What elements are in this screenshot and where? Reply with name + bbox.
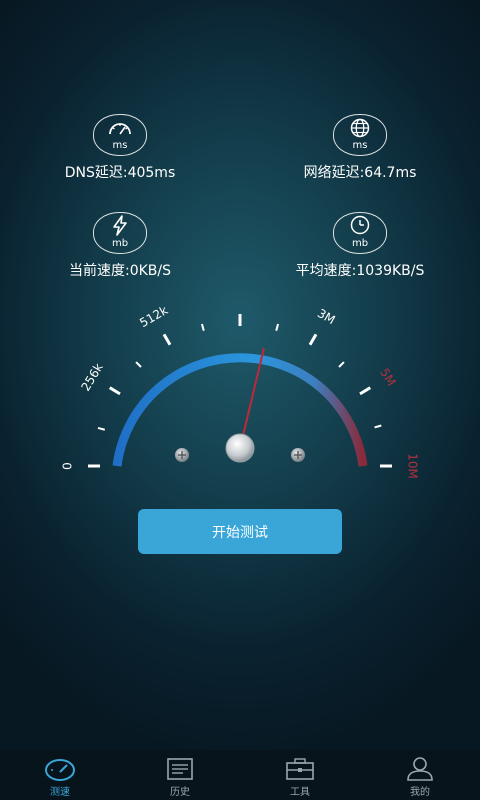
- speed-gauge: 0 256k 512k 1M 3M 5M 10M: [61, 300, 420, 479]
- gauge-major-tick: [108, 386, 121, 396]
- current-unit: mb: [111, 238, 129, 249]
- average-speed-stat: mb 平均速度:1039KB/S: [260, 212, 460, 280]
- current-speed-stat: mb 当前速度:0KB/S: [20, 212, 220, 280]
- gauge-major-tick: [359, 386, 372, 396]
- gauge-tick-label: 5M: [377, 366, 398, 389]
- dns-latency-label: DNS延迟:405ms: [64, 165, 176, 181]
- gauge-minor-tick: [338, 361, 345, 368]
- history-icon: [167, 758, 193, 780]
- gauge-tick-label: 10M: [406, 453, 420, 479]
- bottom-tab-bar: 测速 历史 工具 我的: [0, 750, 480, 800]
- network-latency-label: 网络延迟:64.7ms: [303, 165, 417, 181]
- clock-icon: [350, 215, 370, 235]
- average-speed-label: 平均速度:1039KB/S: [295, 263, 425, 279]
- gauge-minor-tick: [135, 361, 142, 368]
- dns-latency-badge: ms: [93, 114, 147, 156]
- gauge-minor-tick: [374, 424, 382, 429]
- speedometer-icon: [109, 123, 131, 135]
- lightning-icon: [113, 215, 127, 236]
- tab-speed-test[interactable]: 测速: [0, 750, 120, 800]
- current-speed-label: 当前速度:0KB/S: [68, 263, 171, 279]
- gauge-tick-label: 3M: [315, 306, 338, 327]
- tab-label: 测速: [50, 787, 70, 798]
- tab-tools[interactable]: 工具: [240, 750, 360, 800]
- gauge-minor-tick: [275, 323, 280, 332]
- average-unit: mb: [351, 238, 369, 249]
- start-test-button[interactable]: 开始测试: [138, 509, 342, 554]
- speedometer-icon: [45, 759, 75, 781]
- globe-icon: [350, 118, 370, 138]
- network-latency-stat: ms 网络延迟:64.7ms: [260, 114, 460, 182]
- current-speed-badge: mb: [93, 212, 147, 254]
- toolbox-icon: [286, 758, 314, 780]
- gauge-major-tick: [308, 333, 318, 346]
- needle-hub: [225, 433, 255, 463]
- dns-latency-stat: ms DNS延迟:405ms: [20, 114, 220, 182]
- gauge-minor-tick: [97, 426, 106, 431]
- tab-label: 工具: [290, 787, 310, 798]
- tab-history[interactable]: 历史: [120, 750, 240, 800]
- gauge-major-tick: [162, 333, 172, 346]
- user-icon: [407, 757, 433, 781]
- dns-unit: ms: [112, 140, 128, 151]
- gauge-tick-label: 256k: [78, 361, 105, 394]
- network-latency-badge: ms: [333, 114, 387, 156]
- tab-label: 历史: [170, 787, 190, 798]
- gauge-tick-label: 512k: [137, 303, 170, 330]
- average-speed-badge: mb: [333, 212, 387, 254]
- gauge-needle: [239, 347, 265, 449]
- gauge-tick-label: 0: [61, 462, 75, 470]
- tab-profile[interactable]: 我的: [360, 750, 480, 800]
- network-unit: ms: [352, 140, 368, 151]
- gauge-tick-label: 1M: [231, 300, 249, 301]
- tab-label: 我的: [410, 787, 430, 798]
- gauge-minor-tick: [200, 323, 205, 332]
